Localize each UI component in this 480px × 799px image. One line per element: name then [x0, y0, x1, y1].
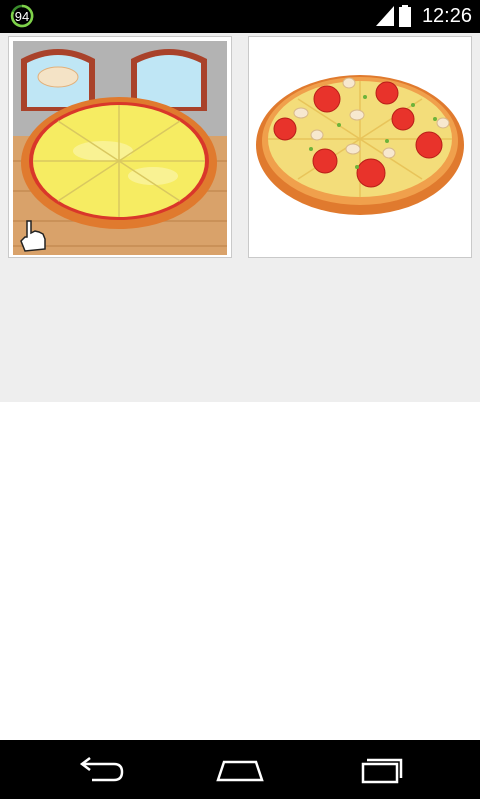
navigation-bar	[0, 740, 480, 799]
notification-badge: 94	[8, 4, 36, 28]
back-icon	[79, 757, 124, 782]
notification-ring-icon: 94	[10, 4, 34, 28]
gallery-item-tomato-pizza[interactable]	[248, 36, 472, 258]
empty-space	[0, 402, 480, 740]
status-bar: 94 12:26	[0, 0, 480, 33]
signal-icon	[376, 6, 394, 26]
tomato-pizza-image	[253, 41, 467, 255]
notification-count: 94	[15, 9, 29, 24]
clock-text: 12:26	[421, 5, 472, 27]
battery-icon	[399, 5, 411, 27]
cheese-pizza	[21, 97, 217, 229]
gallery-item-cheese-pizza[interactable]	[8, 36, 232, 258]
recents-icon	[361, 758, 403, 784]
back-button[interactable]	[70, 754, 130, 786]
home-button[interactable]	[210, 754, 270, 786]
recents-button[interactable]	[351, 754, 411, 786]
cheese-pizza-image	[13, 41, 227, 255]
tomato-mushroom-pizza	[256, 75, 464, 215]
home-icon	[216, 760, 264, 782]
gallery-grid	[0, 33, 480, 402]
